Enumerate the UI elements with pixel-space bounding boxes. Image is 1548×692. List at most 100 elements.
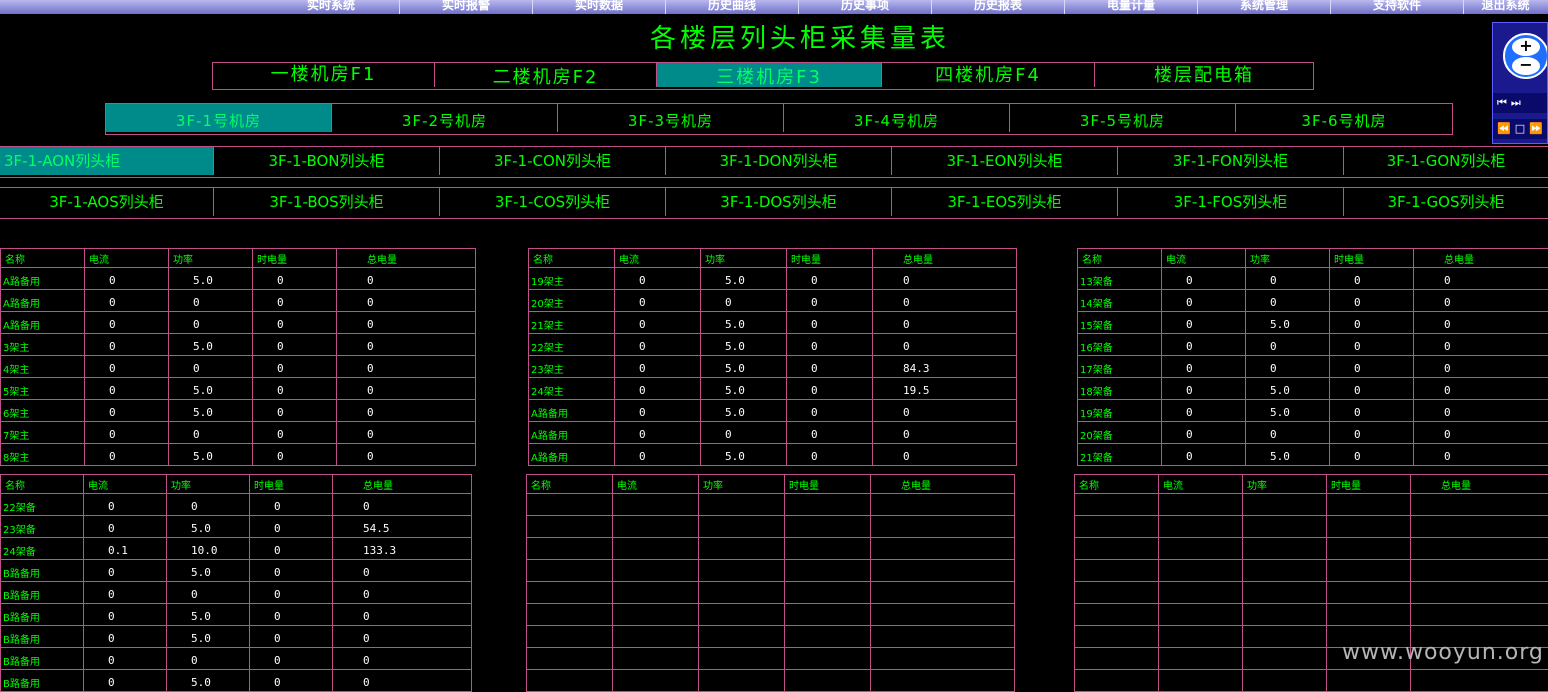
cell-total-energy: [871, 604, 1015, 626]
cell-power: [699, 516, 785, 538]
menu-item-support-software[interactable]: 支持软件: [1331, 0, 1464, 14]
cell-power: 5.0: [1246, 378, 1330, 400]
menu-item-history-report[interactable]: 历史报表: [932, 0, 1065, 14]
column-header: 时电量: [1327, 475, 1411, 494]
cell-name: 23架主: [529, 356, 615, 378]
menu-item-history-curve[interactable]: 历史曲线: [666, 0, 799, 14]
tab-cabinet-eon[interactable]: 3F-1-EON列头柜: [892, 147, 1118, 175]
cell-name: 24架主: [529, 378, 615, 400]
cell-power: 10.0: [167, 538, 250, 560]
tab-floor-f1[interactable]: 一楼机房F1: [213, 63, 435, 87]
cell-total-energy: 0: [1414, 378, 1548, 400]
table-row: 14架备0000: [1078, 290, 1548, 312]
tab-floor-f4[interactable]: 四楼机房F4: [882, 63, 1095, 87]
watermark: www.wooyun.org: [1342, 640, 1544, 665]
cell-hour-energy: 0: [787, 268, 873, 290]
cell-hour-energy: [785, 538, 871, 560]
cell-total-energy: 0: [873, 334, 1017, 356]
tab-room-3f-4[interactable]: 3F-4号机房: [784, 104, 1010, 132]
table-row: B路备用05.000: [1, 560, 472, 582]
table-row: [1075, 604, 1548, 626]
tab-room-3f-3[interactable]: 3F-3号机房: [558, 104, 784, 132]
cell-current: [1159, 538, 1243, 560]
tab-cabinet-bon[interactable]: 3F-1-BON列头柜: [214, 147, 440, 175]
cell-hour-energy: 0: [1330, 334, 1414, 356]
cell-total-energy: [871, 582, 1015, 604]
tab-cabinet-cos[interactable]: 3F-1-COS列头柜: [440, 188, 666, 216]
data-table-2: 名称电流功率时电量总电量19架主05.00020架主000021架主05.000…: [528, 248, 1017, 466]
menu-item-realtime-alarm[interactable]: 实时报警: [400, 0, 533, 14]
tab-room-3f-6[interactable]: 3F-6号机房: [1236, 104, 1452, 132]
cell-current: 0: [615, 378, 701, 400]
tab-cabinet-aon[interactable]: 3F-1-AON列头柜: [0, 147, 214, 175]
tab-floor-f2[interactable]: 二楼机房F2: [435, 63, 657, 87]
cell-power: 5.0: [701, 378, 787, 400]
table-header-row: 名称电流功率时电量总电量: [529, 249, 1017, 268]
cell-current: [613, 604, 699, 626]
cell-current: [613, 626, 699, 648]
cell-current: 0: [84, 604, 167, 626]
tab-floor-f3[interactable]: 三楼机房F3: [657, 63, 882, 87]
nav-prev-next-controls[interactable]: ⏪□⏩: [1493, 119, 1548, 139]
cell-name: [527, 560, 613, 582]
zoom-in-button[interactable]: +: [1512, 38, 1540, 56]
table-row: [527, 670, 1015, 692]
tab-cabinet-fos[interactable]: 3F-1-FOS列头柜: [1118, 188, 1344, 216]
cell-name: 16架备: [1078, 334, 1162, 356]
cell-name: 22架主: [529, 334, 615, 356]
table-row: 20架主0000: [529, 290, 1017, 312]
cell-hour-energy: 0: [1330, 378, 1414, 400]
menu-item-history-events[interactable]: 历史事项: [799, 0, 932, 14]
nav-first-last-controls[interactable]: ⏮⏭: [1493, 93, 1548, 113]
zoom-out-button[interactable]: −: [1512, 57, 1540, 75]
tab-cabinet-gon[interactable]: 3F-1-GON列头柜: [1344, 147, 1548, 175]
cell-total-energy: 0: [1414, 422, 1548, 444]
cell-hour-energy: 0: [253, 400, 337, 422]
column-header: 电流: [615, 249, 701, 268]
table-row: [527, 560, 1015, 582]
cell-total-energy: [1411, 582, 1548, 604]
tab-cabinet-don[interactable]: 3F-1-DON列头柜: [666, 147, 892, 175]
cell-name: [527, 670, 613, 692]
cell-power: 5.0: [701, 444, 787, 466]
tab-cabinet-con[interactable]: 3F-1-CON列头柜: [440, 147, 666, 175]
tab-cabinet-aos[interactable]: 3F-1-AOS列头柜: [0, 188, 214, 216]
cell-name: 6架主: [1, 400, 85, 422]
cell-current: 0: [85, 290, 169, 312]
table-row: B路备用05.000: [1, 670, 472, 692]
cell-name: 14架备: [1078, 290, 1162, 312]
cell-hour-energy: [785, 670, 871, 692]
tab-floor-distribution-box[interactable]: 楼层配电箱: [1095, 63, 1313, 87]
tab-cabinet-gos[interactable]: 3F-1-GOS列头柜: [1344, 188, 1548, 216]
cell-hour-energy: 0: [787, 400, 873, 422]
cell-current: 0: [85, 312, 169, 334]
tab-cabinet-fon[interactable]: 3F-1-FON列头柜: [1118, 147, 1344, 175]
tab-cabinet-bos[interactable]: 3F-1-BOS列头柜: [214, 188, 440, 216]
menu-item-realtime-system[interactable]: 实时系统: [0, 0, 400, 14]
tab-cabinet-dos[interactable]: 3F-1-DOS列头柜: [666, 188, 892, 216]
navigation-widget: + − ⏮⏭ ⏪□⏩: [1492, 22, 1548, 144]
cell-total-energy: [871, 626, 1015, 648]
cell-name: [527, 538, 613, 560]
cell-hour-energy: [1327, 582, 1411, 604]
tab-cabinet-eos[interactable]: 3F-1-EOS列头柜: [892, 188, 1118, 216]
cell-name: [1075, 494, 1159, 516]
cell-total-energy: 0: [873, 444, 1017, 466]
menu-item-realtime-data[interactable]: 实时数据: [533, 0, 666, 14]
cell-total-energy: [871, 670, 1015, 692]
tab-room-3f-2[interactable]: 3F-2号机房: [332, 104, 558, 132]
table-row: [527, 626, 1015, 648]
cell-hour-energy: 0: [253, 268, 337, 290]
table-row: A路备用05.000: [529, 444, 1017, 466]
cell-hour-energy: 0: [253, 290, 337, 312]
menu-item-energy-metering[interactable]: 电量计量: [1065, 0, 1198, 14]
cell-total-energy: [1411, 604, 1548, 626]
table-row: B路备用0000: [1, 582, 472, 604]
tab-room-3f-5[interactable]: 3F-5号机房: [1010, 104, 1236, 132]
menu-item-system-management[interactable]: 系统管理: [1198, 0, 1331, 14]
column-header: 功率: [701, 249, 787, 268]
cell-power: 0: [167, 582, 250, 604]
cell-power: 0: [169, 290, 253, 312]
tab-room-3f-1[interactable]: 3F-1号机房: [106, 104, 332, 132]
menu-item-exit-system[interactable]: 退出系统: [1464, 0, 1547, 14]
